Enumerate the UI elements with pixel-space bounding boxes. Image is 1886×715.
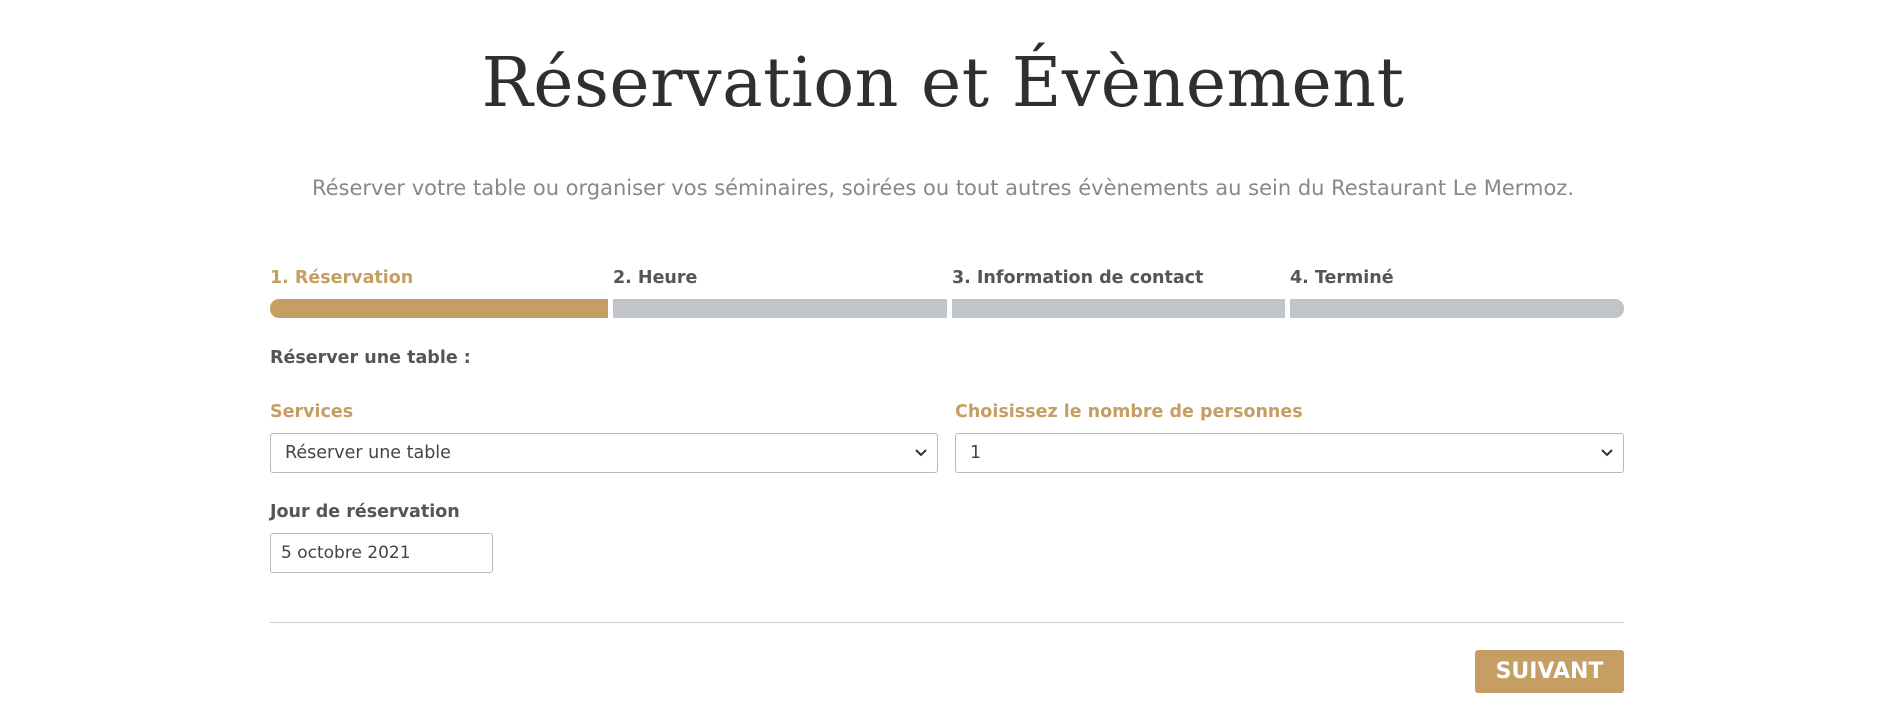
section-label: Réserver une table : bbox=[270, 348, 471, 368]
persons-select-value: 1 bbox=[970, 443, 982, 463]
step-progress-bar bbox=[613, 299, 947, 318]
chevron-down-icon bbox=[1601, 449, 1613, 457]
page-title: Réservation et Évènement bbox=[481, 44, 1405, 123]
date-field[interactable]: 5 octobre 2021 bbox=[270, 533, 493, 573]
step-termine: 4. Terminé bbox=[1290, 268, 1624, 320]
persons-label: Choisissez le nombre de personnes bbox=[955, 402, 1303, 422]
step-label: 4. Terminé bbox=[1290, 268, 1394, 288]
step-reservation: 1. Réservation bbox=[270, 268, 608, 320]
page-subtitle: Réserver votre table ou organiser vos sé… bbox=[311, 176, 1575, 200]
services-select-value: Réserver une table bbox=[285, 443, 451, 463]
persons-select[interactable]: 1 bbox=[955, 433, 1624, 473]
next-button[interactable]: SUIVANT bbox=[1475, 650, 1624, 693]
services-select[interactable]: Réserver une table bbox=[270, 433, 938, 473]
date-label: Jour de réservation bbox=[270, 502, 460, 522]
progress-steps: 1. Réservation 2. Heure 3. Information d… bbox=[270, 268, 1624, 320]
step-label: 1. Réservation bbox=[270, 268, 414, 288]
date-field-value: 5 octobre 2021 bbox=[281, 543, 411, 563]
step-label: 3. Information de contact bbox=[952, 268, 1204, 288]
step-progress-bar bbox=[1290, 299, 1624, 318]
step-progress-bar bbox=[952, 299, 1285, 318]
chevron-down-icon bbox=[915, 449, 927, 457]
divider bbox=[270, 622, 1624, 623]
services-label: Services bbox=[270, 402, 354, 422]
step-progress-bar bbox=[270, 299, 608, 318]
step-information-contact: 3. Information de contact bbox=[952, 268, 1285, 320]
step-heure: 2. Heure bbox=[613, 268, 947, 320]
step-label: 2. Heure bbox=[613, 268, 698, 288]
